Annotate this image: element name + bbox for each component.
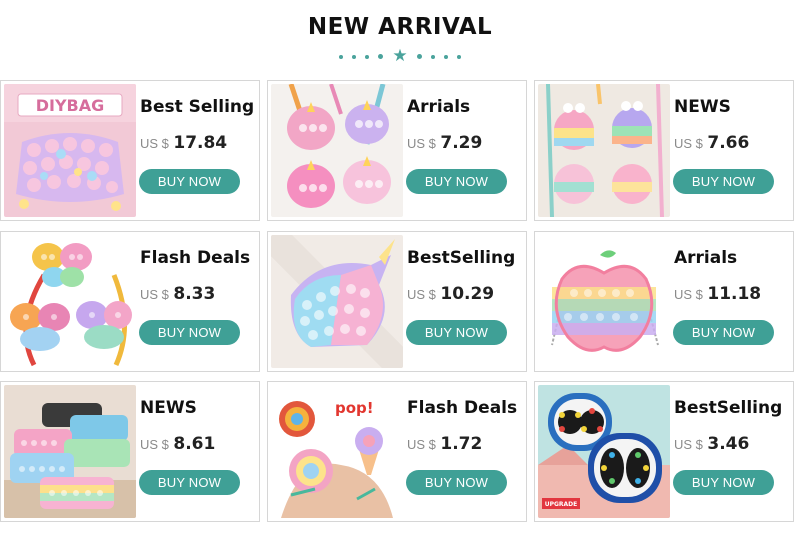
unicorn-head-popit-image[interactable]	[271, 235, 403, 368]
popit-pencil-cases-image[interactable]	[4, 385, 136, 518]
product-price: US $ 7.29	[407, 133, 482, 153]
product-card[interactable]: Flash Deals US $ 8.33 BUY NOW	[0, 231, 260, 372]
unicorn-popit-bags-image[interactable]	[271, 84, 403, 217]
price-value: 3.46	[707, 434, 750, 454]
price-value: 8.33	[173, 284, 216, 304]
product-title[interactable]: Flash Deals	[140, 248, 250, 268]
price-value: 17.84	[173, 133, 228, 153]
price-value: 1.72	[440, 434, 483, 454]
decoration-dot	[378, 54, 384, 59]
buy-now-button[interactable]: BUY NOW	[139, 320, 240, 345]
buy-now-button[interactable]: BUY NOW	[673, 470, 774, 495]
apple-popit-bag-image[interactable]	[538, 235, 670, 368]
price-value: 10.29	[440, 284, 495, 304]
pop-logo-text: pop!	[335, 399, 374, 417]
decoration-dot	[352, 54, 357, 59]
product-card[interactable]: NEWS US $ 8.61 BUY NOW	[0, 381, 260, 522]
buy-now-button[interactable]: BUY NOW	[406, 470, 507, 495]
price-currency: US $	[140, 437, 169, 452]
price-value: 8.61	[173, 434, 216, 454]
product-card[interactable]: Arrials US $ 7.29 BUY NOW	[267, 80, 527, 221]
product-price: US $ 3.46	[674, 434, 749, 454]
section-title: NEW ARRIVAL	[307, 14, 493, 40]
decoration-dot	[430, 54, 435, 59]
product-price: US $ 10.29	[407, 284, 494, 304]
popit-keychain-image[interactable]: pop!	[271, 385, 403, 518]
decoration-dot	[443, 54, 448, 59]
product-title[interactable]: BestSelling	[407, 248, 515, 268]
product-price: US $ 17.84	[140, 133, 227, 153]
title-decoration: ★	[0, 48, 800, 65]
buy-now-button[interactable]: BUY NOW	[406, 169, 507, 194]
price-currency: US $	[674, 136, 703, 151]
price-currency: US $	[674, 437, 703, 452]
product-card[interactable]: Arrials US $ 11.18 BUY NOW	[534, 231, 794, 372]
product-title[interactable]: NEWS	[674, 97, 731, 117]
product-price: US $ 11.18	[674, 284, 761, 304]
price-currency: US $	[407, 437, 436, 452]
decoration-dot	[365, 54, 370, 59]
upgrade-badge-text: UPGRADE	[545, 501, 578, 508]
buy-now-button[interactable]: BUY NOW	[673, 169, 774, 194]
price-currency: US $	[674, 287, 703, 302]
price-value: 7.29	[440, 133, 483, 153]
price-currency: US $	[140, 287, 169, 302]
product-card[interactable]: DIYBAG Best Selling US $ 17.84 BUY NOW	[0, 80, 260, 221]
product-title[interactable]: BestSelling	[674, 398, 782, 418]
butterfly-popit-bags-image[interactable]	[4, 235, 136, 368]
product-title[interactable]: Best Selling	[140, 97, 254, 117]
bead-spinner-toy-image[interactable]: UPGRADE	[538, 385, 670, 518]
product-price: US $ 7.66	[674, 133, 749, 153]
price-currency: US $	[407, 136, 436, 151]
product-card[interactable]: BestSelling US $ 10.29 BUY NOW	[267, 231, 527, 372]
product-price: US $ 1.72	[407, 434, 482, 454]
diy-bag-popit-image[interactable]: DIYBAG	[4, 84, 136, 217]
product-title[interactable]: Arrials	[407, 97, 470, 117]
section-header: NEW ARRIVAL	[0, 14, 800, 40]
product-price: US $ 8.61	[140, 434, 215, 454]
buy-now-button[interactable]: BUY NOW	[139, 169, 240, 194]
decoration-dot	[416, 54, 422, 59]
buy-now-button[interactable]: BUY NOW	[139, 470, 240, 495]
price-value: 11.18	[707, 284, 762, 304]
price-currency: US $	[407, 287, 436, 302]
decoration-dot	[456, 54, 461, 59]
star-icon: ★	[392, 46, 408, 66]
diybag-logo-text: DIYBAG	[36, 96, 105, 115]
product-card[interactable]: pop! Flash Deals US $ 1.72 BUY NOW	[267, 381, 527, 522]
product-price: US $ 8.33	[140, 284, 215, 304]
product-card[interactable]: UPGRADE BestSelling US $ 3.46 BUY NOW	[534, 381, 794, 522]
buy-now-button[interactable]: BUY NOW	[673, 320, 774, 345]
buy-now-button[interactable]: BUY NOW	[406, 320, 507, 345]
price-value: 7.66	[707, 133, 750, 153]
decoration-dot	[339, 54, 344, 59]
price-currency: US $	[140, 136, 169, 151]
product-title[interactable]: Flash Deals	[407, 398, 517, 418]
product-title[interactable]: NEWS	[140, 398, 197, 418]
product-card[interactable]: NEWS US $ 7.66 BUY NOW	[534, 80, 794, 221]
product-title[interactable]: Arrials	[674, 248, 737, 268]
rainbow-popit-bags-image[interactable]	[538, 84, 670, 217]
